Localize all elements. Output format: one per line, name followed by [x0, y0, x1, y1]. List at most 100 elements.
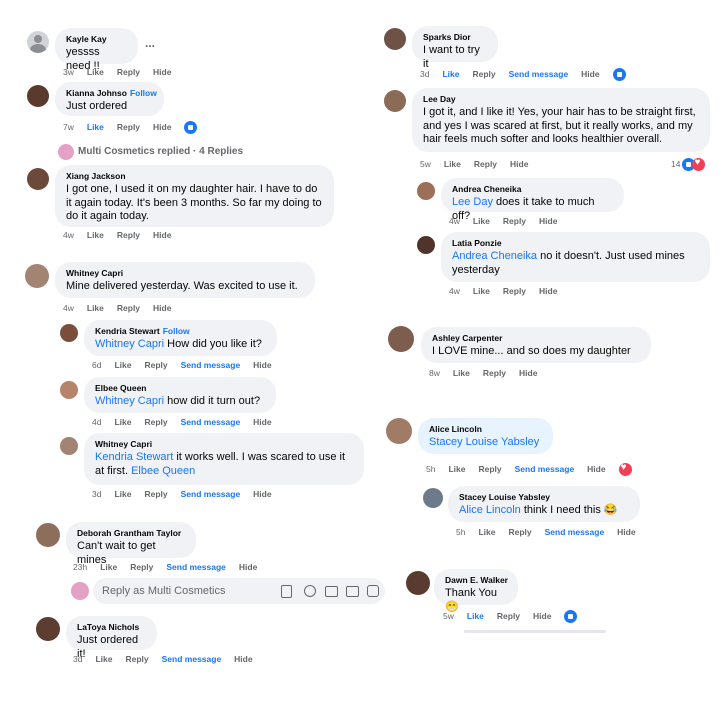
mention-link[interactable]: Lee Day: [452, 196, 493, 208]
reply-button[interactable]: Reply: [117, 122, 140, 132]
hide-button[interactable]: Hide: [510, 159, 528, 169]
reply-button[interactable]: Reply: [125, 654, 148, 664]
avatar[interactable]: [406, 571, 430, 595]
commenter-name[interactable]: Kendria Stewart: [95, 326, 160, 336]
commenter-name[interactable]: Whitney Capri: [66, 267, 304, 280]
timestamp[interactable]: 4d: [92, 417, 101, 427]
more-options-icon[interactable]: ...: [145, 36, 155, 50]
camera-icon[interactable]: [325, 586, 338, 597]
hide-button[interactable]: Hide: [153, 303, 171, 313]
reply-button[interactable]: Reply: [117, 67, 140, 77]
send-message-button[interactable]: Send message: [166, 562, 226, 572]
commenter-name[interactable]: Alice Lincoln: [429, 423, 542, 436]
like-button[interactable]: Like: [467, 611, 484, 621]
timestamp[interactable]: 4w: [63, 303, 74, 313]
hide-button[interactable]: Hide: [253, 489, 271, 499]
like-button[interactable]: Like: [114, 489, 131, 499]
follow-button[interactable]: Follow: [130, 88, 157, 98]
commenter-name[interactable]: Lee Day: [423, 93, 699, 106]
like-button[interactable]: Like: [114, 360, 131, 370]
send-message-button[interactable]: Send message: [545, 527, 605, 537]
timestamp[interactable]: 3d: [420, 69, 429, 79]
commenter-name[interactable]: Elbee Queen: [95, 382, 265, 395]
timestamp[interactable]: 6d: [92, 360, 101, 370]
like-button[interactable]: Like: [87, 122, 104, 132]
like-button[interactable]: Like: [114, 417, 131, 427]
avatar[interactable]: [388, 326, 414, 352]
like-button[interactable]: Like: [100, 562, 117, 572]
hide-button[interactable]: Hide: [539, 216, 557, 226]
reply-button[interactable]: Reply: [144, 360, 167, 370]
reply-button[interactable]: Reply: [130, 562, 153, 572]
timestamp[interactable]: 4w: [449, 286, 460, 296]
avatar[interactable]: [384, 90, 406, 112]
reply-button[interactable]: Reply: [508, 527, 531, 537]
gif-icon[interactable]: [346, 586, 359, 597]
send-message-button[interactable]: Send message: [181, 417, 241, 427]
reaction-summary[interactable]: 14: [671, 157, 706, 171]
timestamp[interactable]: 3w: [63, 67, 74, 77]
mention-link[interactable]: Elbee Queen: [131, 465, 195, 477]
timestamp[interactable]: 3d: [92, 489, 101, 499]
emoji-icon[interactable]: [304, 585, 316, 597]
like-button[interactable]: Like: [444, 159, 461, 169]
commenter-name[interactable]: Ashley Carpenter: [432, 332, 640, 345]
reply-button[interactable]: Reply: [478, 464, 501, 474]
mention-link[interactable]: Alice Lincoln: [459, 504, 521, 516]
like-reaction-icon[interactable]: [564, 610, 578, 623]
reply-button[interactable]: Reply: [503, 286, 526, 296]
send-message-button[interactable]: Send message: [181, 360, 241, 370]
send-message-button[interactable]: Send message: [515, 464, 575, 474]
hide-button[interactable]: Hide: [539, 286, 557, 296]
avatar[interactable]: [60, 437, 78, 455]
reply-button[interactable]: Reply: [497, 611, 520, 621]
timestamp[interactable]: 4w: [449, 216, 460, 226]
avatar[interactable]: [423, 488, 443, 508]
hide-button[interactable]: Hide: [617, 527, 635, 537]
hide-button[interactable]: Hide: [239, 562, 257, 572]
timestamp[interactable]: 5h: [456, 527, 465, 537]
timestamp[interactable]: 5h: [426, 464, 435, 474]
mention-link[interactable]: Kendria Stewart: [95, 451, 173, 463]
commenter-name[interactable]: Kianna Johnso: [66, 88, 127, 98]
avatar[interactable]: [417, 182, 435, 200]
love-reaction-icon[interactable]: [618, 462, 632, 476]
like-button[interactable]: Like: [478, 527, 495, 537]
reply-button[interactable]: Reply: [144, 417, 167, 427]
avatar[interactable]: [25, 264, 49, 288]
send-message-button[interactable]: Send message: [181, 489, 241, 499]
mention-link[interactable]: Whitney Capri: [95, 395, 164, 407]
like-button[interactable]: Like: [473, 286, 490, 296]
avatar[interactable]: [27, 168, 49, 190]
avatar[interactable]: [60, 324, 78, 342]
reply-button[interactable]: Reply: [117, 230, 140, 240]
reply-button[interactable]: Reply: [474, 159, 497, 169]
hide-button[interactable]: Hide: [234, 654, 252, 664]
reply-input[interactable]: Reply as Multi Cosmetics: [93, 578, 385, 604]
like-button[interactable]: Like: [95, 654, 112, 664]
multi-cosmetics-logo[interactable]: [58, 144, 74, 160]
hide-button[interactable]: Hide: [581, 69, 599, 79]
like-reaction-icon[interactable]: [612, 68, 626, 81]
sticker-icon[interactable]: [281, 585, 292, 598]
avatar[interactable]: [36, 617, 60, 641]
avatar[interactable]: [36, 523, 60, 547]
mention-link[interactable]: Whitney Capri: [95, 338, 164, 350]
send-message-button[interactable]: Send message: [162, 654, 222, 664]
follow-button[interactable]: Follow: [163, 326, 190, 336]
hide-button[interactable]: Hide: [519, 368, 537, 378]
reply-button[interactable]: Reply: [503, 216, 526, 226]
commenter-name[interactable]: Latia Ponzie: [452, 237, 699, 250]
hide-button[interactable]: Hide: [533, 611, 551, 621]
timestamp[interactable]: 7w: [63, 122, 74, 132]
avatar[interactable]: [384, 28, 406, 50]
timestamp[interactable]: 4w: [63, 230, 74, 240]
hide-button[interactable]: Hide: [153, 122, 171, 132]
like-button[interactable]: Like: [473, 216, 490, 226]
like-button[interactable]: Like: [453, 368, 470, 378]
sticker-face-icon[interactable]: [367, 585, 379, 597]
commenter-name[interactable]: Dawn E. Walker: [445, 574, 508, 587]
commenter-name[interactable]: Xiang Jackson: [66, 170, 323, 183]
like-button[interactable]: Like: [87, 67, 104, 77]
commenter-name[interactable]: Kayle Kay: [66, 33, 127, 46]
